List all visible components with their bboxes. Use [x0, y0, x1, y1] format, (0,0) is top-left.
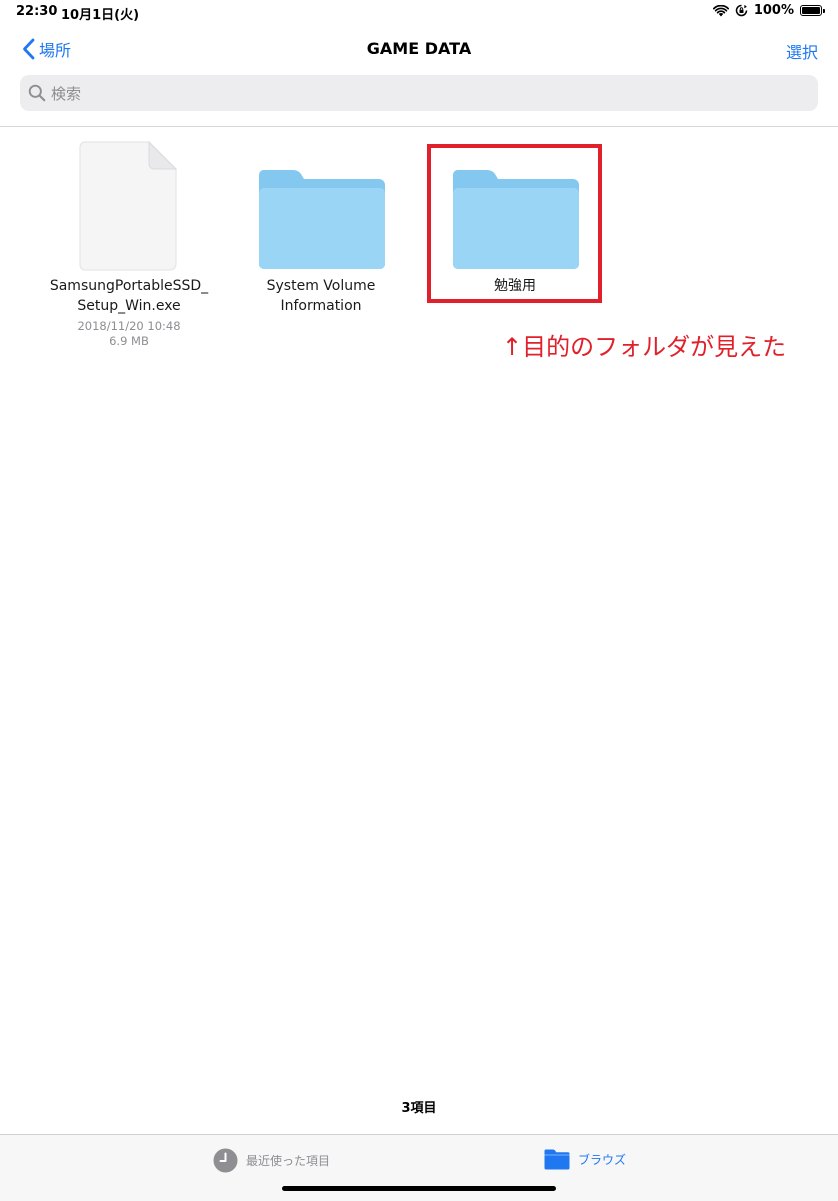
- clock-icon: [213, 1148, 238, 1173]
- highlight-box: [427, 144, 602, 303]
- document-icon: [79, 140, 178, 271]
- home-indicator[interactable]: [282, 1186, 556, 1191]
- file-size: 6.9 MB: [109, 334, 149, 348]
- status-bar: 22:30 10月1日(火) 100%: [0, 0, 838, 24]
- search-placeholder: 検索: [51, 84, 82, 103]
- orientation-lock-icon: [735, 4, 748, 17]
- annotation-text: ↑目的のフォルダが見えた: [502, 333, 787, 361]
- item-count: 3項目: [401, 1101, 437, 1116]
- search-icon: [28, 84, 46, 102]
- select-button[interactable]: 選択: [786, 39, 818, 63]
- file-name-line2: Setup_Win.exe: [77, 298, 181, 314]
- folder-icon: [544, 1149, 570, 1170]
- divider: [0, 126, 838, 127]
- search-input[interactable]: 検索: [20, 75, 818, 111]
- folder-icon: [258, 170, 385, 269]
- folder-name-line1: System Volume: [266, 278, 376, 294]
- file-name-line1: SamsungPortableSSD_: [49, 278, 209, 294]
- wifi-icon: [712, 4, 729, 16]
- battery-fill: [802, 7, 820, 14]
- status-time: 22:30: [16, 4, 58, 19]
- tab-recents[interactable]: 最近使った項目: [213, 1148, 330, 1173]
- tab-browse-label: ブラウズ: [578, 1152, 627, 1167]
- status-right: 100%: [712, 3, 825, 18]
- battery-percent: 100%: [753, 3, 794, 18]
- tab-browse[interactable]: ブラウズ: [544, 1148, 626, 1170]
- file-date: 2018/11/20 10:48: [77, 319, 181, 333]
- status-date: 10月1日(火): [61, 8, 140, 23]
- folder-name-line2: Information: [280, 298, 362, 314]
- tab-recents-label: 最近使った項目: [246, 1154, 331, 1168]
- page-title: GAME DATA: [366, 39, 472, 58]
- battery-icon: [800, 5, 825, 16]
